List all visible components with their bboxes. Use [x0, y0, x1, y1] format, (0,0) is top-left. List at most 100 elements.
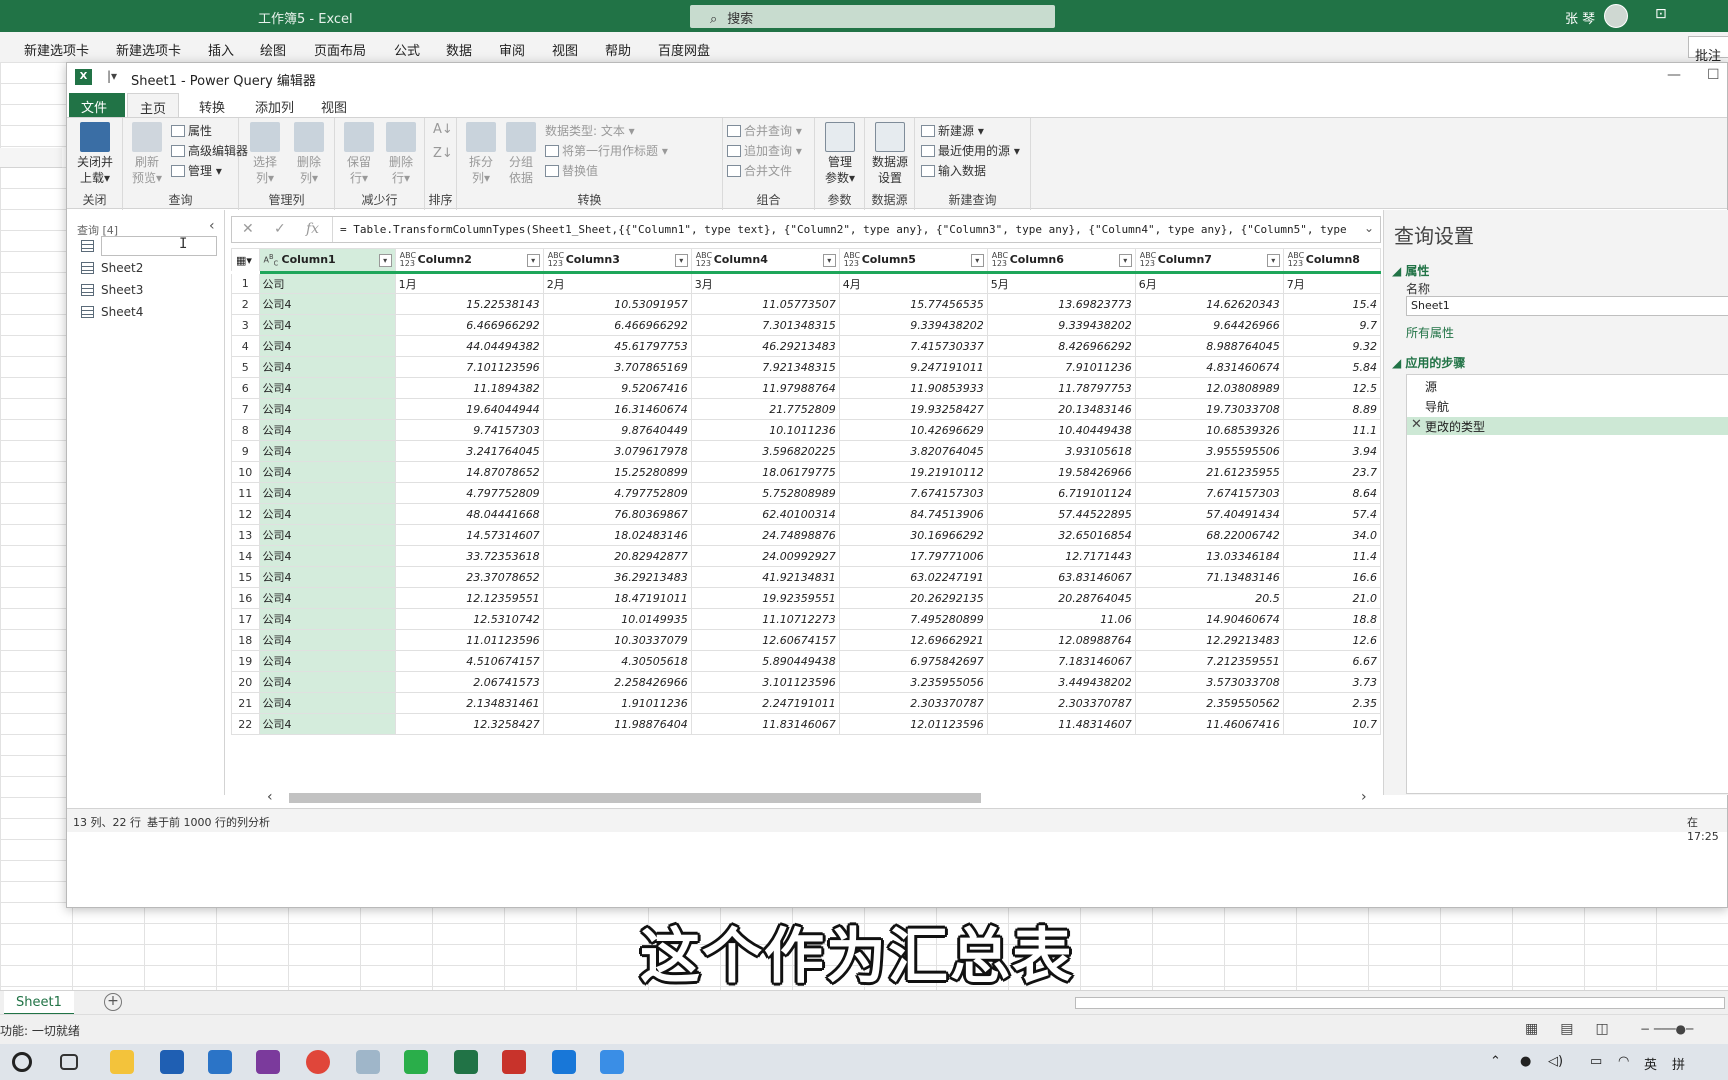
table-cell[interactable]: 3.101123596 — [690, 671, 840, 693]
cancel-icon[interactable]: ✕ — [242, 221, 254, 237]
table-cell[interactable]: 15.77456535 — [838, 293, 988, 315]
table-cell[interactable]: 71.13483146 — [1134, 566, 1284, 588]
query-name-field[interactable]: Sheet1 — [1406, 296, 1728, 316]
row-number[interactable]: 3 — [231, 314, 260, 336]
table-cell[interactable]: 14.90460674 — [1134, 608, 1284, 630]
table-menu-icon[interactable]: ▦▾ — [231, 248, 260, 274]
append-queries-button[interactable]: 追加查询 ▾ — [727, 142, 802, 159]
table-cell[interactable]: 15.22538143 — [394, 293, 544, 315]
table-cell[interactable]: 12.12359551 — [394, 587, 544, 609]
app-icon-2[interactable] — [502, 1050, 526, 1074]
table-cell[interactable]: 9.64426966 — [1134, 314, 1284, 336]
table-cell[interactable]: 21.61235955 — [1134, 461, 1284, 483]
first-row-header-button[interactable]: 将第一行用作标题 ▾ — [545, 142, 668, 159]
table-cell[interactable]: 12.29213483 — [1134, 629, 1284, 651]
table-cell[interactable]: 10.7 — [1282, 713, 1381, 735]
new-source-button[interactable]: 新建源 ▾ — [921, 122, 984, 139]
table-cell[interactable]: 45.61797753 — [542, 335, 692, 357]
table-cell[interactable]: 2.258426966 — [542, 671, 692, 693]
scroll-left-icon[interactable]: ‹ — [267, 789, 273, 805]
table-cell[interactable]: 4.30505618 — [542, 650, 692, 672]
grid-hscrollbar[interactable]: ‹ › — [267, 789, 1381, 807]
table-cell[interactable]: 10.68539326 — [1134, 419, 1284, 441]
row-number[interactable]: 11 — [231, 482, 260, 504]
table-cell[interactable]: 4.797752809 — [542, 482, 692, 504]
table-cell[interactable]: 19.21910112 — [838, 461, 988, 483]
row-number[interactable]: 8 — [231, 419, 260, 441]
remove-columns-button[interactable]: 删除 列▾ — [289, 122, 329, 186]
table-cell[interactable]: 12.3258427 — [394, 713, 544, 735]
avatar[interactable] — [1604, 4, 1628, 28]
merge-queries-button[interactable]: 合并查询 ▾ — [727, 122, 802, 139]
excel-taskbar-icon[interactable] — [454, 1050, 478, 1074]
filter-dropdown-icon[interactable]: ▾ — [970, 254, 984, 267]
table-cell[interactable]: 公司4 — [258, 461, 396, 483]
filter-dropdown-icon[interactable]: ▾ — [1266, 254, 1280, 267]
properties-section[interactable]: ◢ 属性 — [1392, 262, 1429, 279]
table-cell[interactable]: 20.82942877 — [542, 545, 692, 567]
table-cell[interactable]: 30.16966292 — [838, 524, 988, 546]
status-profiling[interactable]: 基于前 1000 行的列分析 — [147, 814, 270, 830]
enter-data-button[interactable]: 输入数据 — [921, 162, 986, 179]
table-cell[interactable]: 3.820764045 — [838, 440, 988, 462]
table-cell[interactable]: 公司4 — [258, 503, 396, 525]
table-cell[interactable]: 11.48314607 — [986, 713, 1136, 735]
table-cell[interactable]: 2.35 — [1282, 692, 1381, 714]
mic-icon[interactable]: ● — [1520, 1054, 1531, 1069]
wifi-icon[interactable]: ◠ — [1618, 1054, 1629, 1069]
table-row[interactable]: 9 公司4 3.241764045 3.079617978 3.596820225 3.8… — [231, 440, 1381, 462]
chrome-icon[interactable] — [306, 1050, 330, 1074]
table-cell[interactable]: 6.719101124 — [986, 482, 1136, 504]
filter-dropdown-icon[interactable]: ▾ — [378, 254, 392, 267]
row-number[interactable]: 4 — [231, 335, 260, 357]
tab-home[interactable]: 主页 — [127, 93, 180, 117]
table-cell[interactable]: 8.64 — [1282, 482, 1381, 504]
all-properties-link[interactable]: 所有属性 — [1406, 324, 1454, 341]
table-row[interactable]: 1 公司 1月 2月 3月 4月 5月 6月 7月 — [231, 272, 1381, 294]
table-cell[interactable]: 9.32 — [1282, 335, 1381, 357]
table-cell[interactable]: 14.62620343 — [1134, 293, 1284, 315]
row-number[interactable]: 10 — [231, 461, 260, 483]
row-number[interactable]: 1 — [231, 272, 260, 294]
table-cell[interactable]: 公司4 — [258, 398, 396, 420]
menu-page-layout[interactable]: 页面布局 — [314, 40, 366, 59]
tab-view[interactable]: 视图 — [309, 93, 359, 117]
table-cell[interactable]: 9.7 — [1282, 314, 1381, 336]
table-cell[interactable]: 9.339438202 — [838, 314, 988, 336]
ime-lang[interactable]: 英 — [1644, 1054, 1657, 1073]
table-cell[interactable]: 7.674157303 — [838, 482, 988, 504]
table-cell[interactable]: 4月 — [838, 272, 988, 294]
table-cell[interactable]: 16.31460674 — [542, 398, 692, 420]
table-cell[interactable]: 公司4 — [258, 608, 396, 630]
column-header[interactable]: ABC 123 Column4 ▾ — [690, 248, 840, 274]
table-cell[interactable]: 18.02483146 — [542, 524, 692, 546]
table-cell[interactable]: 18.06179775 — [690, 461, 840, 483]
table-cell[interactable]: 20.13483146 — [986, 398, 1136, 420]
table-cell[interactable]: 2.359550562 — [1134, 692, 1284, 714]
table-cell[interactable]: 4.510674157 — [394, 650, 544, 672]
menu-new-tab-1[interactable]: 新建选项卡 — [24, 40, 89, 59]
menu-baidu[interactable]: 百度网盘 — [658, 40, 710, 59]
table-row[interactable]: 15 公司4 23.37078652 36.29213483 41.92134831 63… — [231, 566, 1381, 588]
table-row[interactable]: 20 公司4 2.06741573 2.258426966 3.101123596 3.2… — [231, 671, 1381, 693]
table-cell[interactable]: 19.93258427 — [838, 398, 988, 420]
table-row[interactable]: 4 公司4 44.04494382 45.61797753 46.29213483 7.4… — [231, 335, 1381, 357]
row-number[interactable]: 15 — [231, 566, 260, 588]
remove-rows-button[interactable]: 删除 行▾ — [381, 122, 421, 186]
table-cell[interactable]: 2.06741573 — [394, 671, 544, 693]
table-cell[interactable]: 57.40491434 — [1134, 503, 1284, 525]
table-cell[interactable]: 9.339438202 — [986, 314, 1136, 336]
excel-hscrollbar[interactable] — [1075, 997, 1725, 1009]
table-cell[interactable]: 公司4 — [258, 440, 396, 462]
table-cell[interactable]: 2月 — [542, 272, 692, 294]
wechat-icon[interactable] — [404, 1050, 428, 1074]
table-cell[interactable]: 公司4 — [258, 587, 396, 609]
column-header[interactable]: ABC 123 Column7 ▾ — [1134, 248, 1284, 274]
filter-dropdown-icon[interactable]: ▾ — [526, 254, 540, 267]
app-icon-3[interactable] — [552, 1050, 576, 1074]
table-cell[interactable]: 2.303370787 — [838, 692, 988, 714]
filter-dropdown-icon[interactable]: ▾ — [822, 254, 836, 267]
table-row[interactable]: 2 公司4 15.22538143 10.53091957 11.05773507 15.… — [231, 293, 1381, 315]
table-cell[interactable]: 3.573033708 — [1134, 671, 1284, 693]
table-cell[interactable]: 公司4 — [258, 524, 396, 546]
